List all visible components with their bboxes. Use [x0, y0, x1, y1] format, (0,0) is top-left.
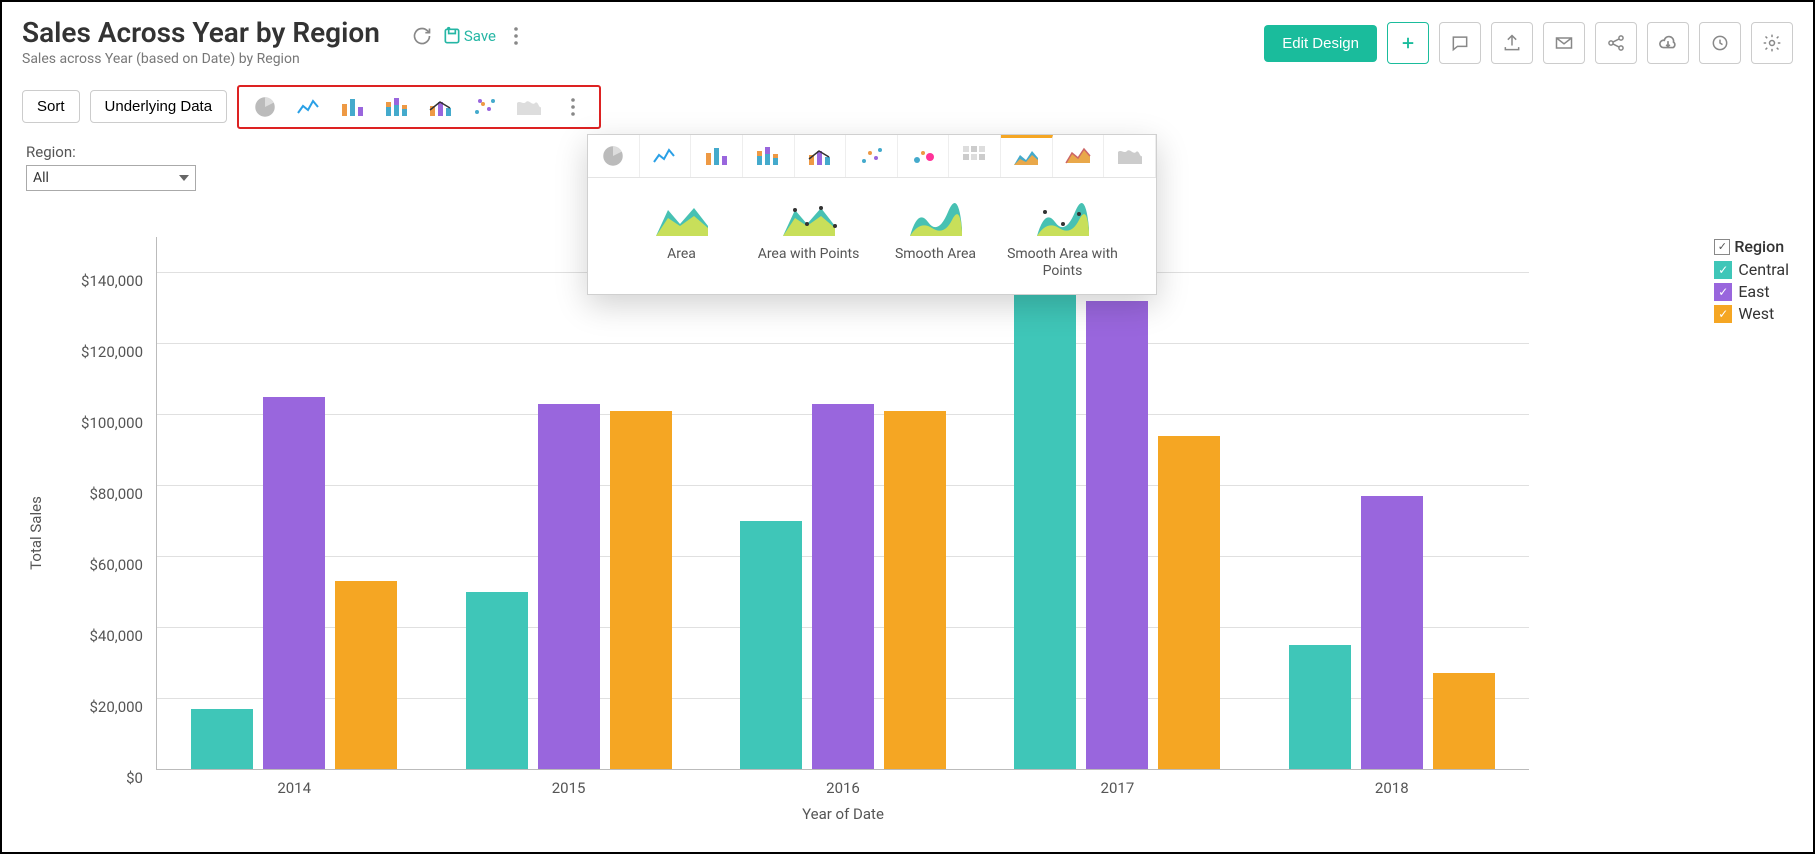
bar-west-2016[interactable]: [884, 411, 946, 769]
sort-button[interactable]: Sort: [22, 90, 80, 123]
region-filter-select[interactable]: All: [26, 165, 196, 191]
y-tick-label: $20,000: [89, 698, 157, 716]
chart-type-popup: Area Area with Points Smooth Area Smooth…: [587, 134, 1157, 295]
y-tick-label: $100,000: [81, 414, 157, 432]
map-chart-icon[interactable]: [507, 89, 551, 125]
popup-bar-icon[interactable]: [691, 135, 743, 177]
refresh-icon[interactable]: [408, 22, 436, 50]
y-tick-label: $120,000: [81, 343, 157, 361]
y-tick-label: $60,000: [89, 556, 157, 574]
legend-label-east: East: [1738, 282, 1769, 301]
export-icon[interactable]: [1491, 22, 1533, 64]
popup-item-smooth-area[interactable]: Smooth Area: [876, 202, 996, 280]
popup-bubble-icon[interactable]: [898, 135, 950, 177]
chart-plot-area: Year of Date $0$20,000$40,000$60,000$80,…: [156, 237, 1529, 770]
legend-label-central: Central: [1738, 260, 1789, 279]
comment-icon[interactable]: [1439, 22, 1481, 64]
popup-item-smooth-area-points[interactable]: Smooth Area with Points: [1003, 202, 1123, 280]
legend-title: Region: [1734, 237, 1784, 256]
bar-central-2018[interactable]: [1289, 645, 1351, 769]
stacked-bar-icon[interactable]: [375, 89, 419, 125]
scatter-chart-icon[interactable]: [463, 89, 507, 125]
edit-design-button[interactable]: Edit Design: [1264, 25, 1377, 62]
popup-item-label: Area: [667, 246, 696, 263]
page-subtitle: Sales across Year (based on Date) by Reg…: [22, 51, 380, 67]
bar-west-2018[interactable]: [1433, 673, 1495, 769]
popup-area-icon[interactable]: [1001, 135, 1053, 177]
more-chart-types-icon[interactable]: [551, 89, 595, 125]
bar-central-2017[interactable]: [1014, 276, 1076, 769]
line-chart-icon[interactable]: [287, 89, 331, 125]
alert-icon[interactable]: [1699, 22, 1741, 64]
underlying-data-button[interactable]: Underlying Data: [90, 90, 228, 123]
legend-swatch-west[interactable]: ✓: [1714, 305, 1732, 323]
chart-type-toolbar: [237, 85, 601, 129]
bar-west-2017[interactable]: [1158, 436, 1220, 769]
popup-line-icon[interactable]: [640, 135, 692, 177]
bar-central-2015[interactable]: [466, 592, 528, 769]
popup-item-area[interactable]: Area: [622, 202, 742, 280]
page-title: Sales Across Year by Region: [22, 18, 380, 49]
bar-east-2015[interactable]: [538, 404, 600, 769]
y-tick-label: $140,000: [81, 272, 157, 290]
bar-central-2014[interactable]: [191, 709, 253, 769]
popup-stacked-bar-icon[interactable]: [743, 135, 795, 177]
save-label: Save: [464, 27, 496, 45]
bar-east-2016[interactable]: [812, 404, 874, 769]
y-axis-label: Total Sales: [27, 496, 45, 570]
y-tick-label: $40,000: [89, 627, 157, 645]
legend-swatch-central[interactable]: ✓: [1714, 261, 1732, 279]
popup-heatmap-icon[interactable]: [949, 135, 1001, 177]
save-button[interactable]: Save: [442, 26, 496, 46]
legend-label-west: West: [1738, 304, 1774, 323]
x-tick-label: 2017: [1101, 769, 1135, 797]
add-button[interactable]: [1387, 22, 1429, 64]
chevron-down-icon: [179, 175, 189, 181]
x-tick-label: 2015: [552, 769, 586, 797]
legend: ✓ Region ✓ Central ✓ East ✓ West: [1714, 237, 1789, 326]
region-filter-value: All: [33, 170, 49, 186]
bar-central-2016[interactable]: [740, 521, 802, 769]
x-axis-label: Year of Date: [802, 805, 884, 823]
legend-toggle-all[interactable]: ✓: [1714, 239, 1730, 255]
bar-west-2015[interactable]: [610, 411, 672, 769]
more-header-icon[interactable]: [502, 22, 530, 50]
popup-item-label: Smooth Area with Points: [1003, 246, 1123, 280]
bar-chart-icon[interactable]: [331, 89, 375, 125]
settings-gear-icon[interactable]: [1751, 22, 1793, 64]
bar-east-2018[interactable]: [1361, 496, 1423, 769]
popup-combo-icon[interactable]: [795, 135, 847, 177]
bar-west-2014[interactable]: [335, 581, 397, 769]
x-tick-label: 2014: [277, 769, 311, 797]
pie-chart-icon[interactable]: [243, 89, 287, 125]
y-tick-label: $80,000: [89, 485, 157, 503]
grid-line: [157, 343, 1529, 344]
combo-chart-icon[interactable]: [419, 89, 463, 125]
popup-item-label: Area with Points: [758, 246, 860, 263]
cloud-icon[interactable]: [1647, 22, 1689, 64]
x-tick-label: 2018: [1375, 769, 1409, 797]
email-icon[interactable]: [1543, 22, 1585, 64]
popup-item-label: Smooth Area: [895, 246, 976, 263]
bar-east-2017[interactable]: [1086, 301, 1148, 769]
popup-area-alt-icon[interactable]: [1053, 135, 1105, 177]
popup-pie-icon[interactable]: [588, 135, 640, 177]
bar-east-2014[interactable]: [263, 397, 325, 769]
popup-item-area-points[interactable]: Area with Points: [749, 202, 869, 280]
y-tick-label: $0: [126, 769, 157, 787]
popup-map-icon[interactable]: [1104, 135, 1156, 177]
popup-scatter-icon[interactable]: [846, 135, 898, 177]
x-tick-label: 2016: [826, 769, 860, 797]
share-icon[interactable]: [1595, 22, 1637, 64]
legend-swatch-east[interactable]: ✓: [1714, 283, 1732, 301]
